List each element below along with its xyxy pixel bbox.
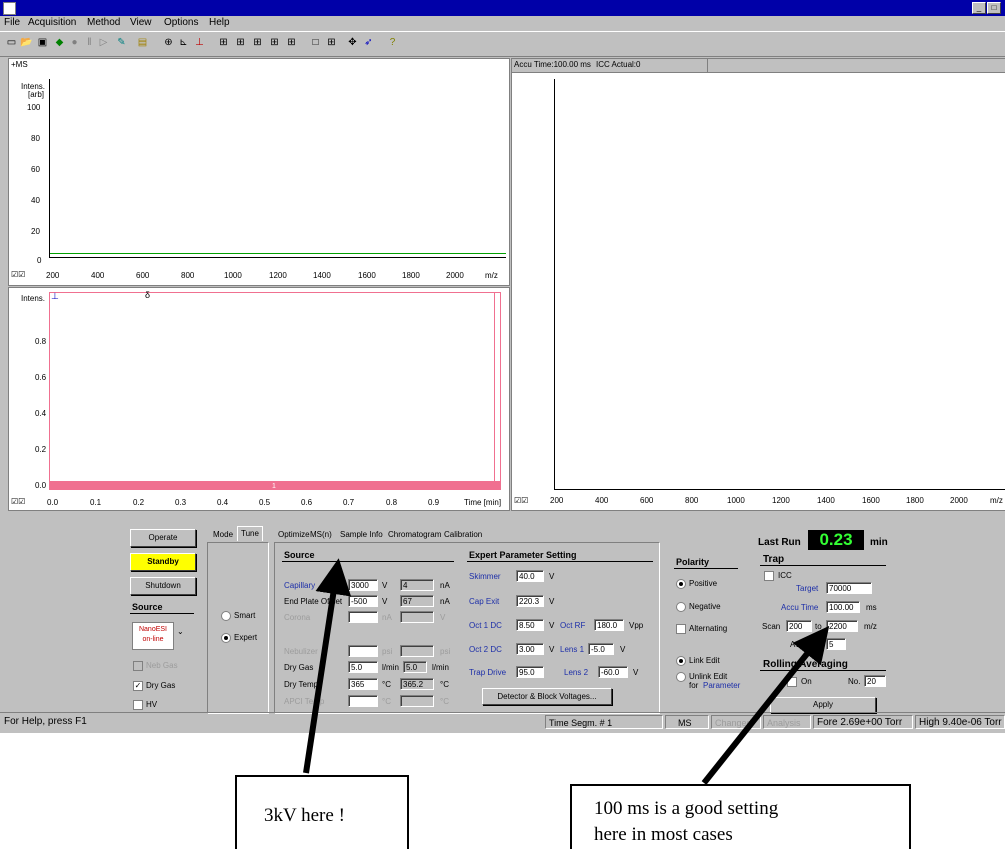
callout-text-line-2: here in most cases: [594, 824, 733, 845]
annotation-arrows: [303, 558, 830, 785]
callout-accu-time: 100 ms is a good setting here in most ca…: [570, 784, 911, 849]
arrow-to-capillary: [303, 558, 352, 774]
callout-text: 3kV here !: [264, 805, 345, 826]
callout-capillary: 3kV here !: [235, 775, 409, 849]
callout-text-line-1: 100 ms is a good setting: [594, 798, 779, 819]
arrow-to-accu-time: [701, 625, 830, 785]
